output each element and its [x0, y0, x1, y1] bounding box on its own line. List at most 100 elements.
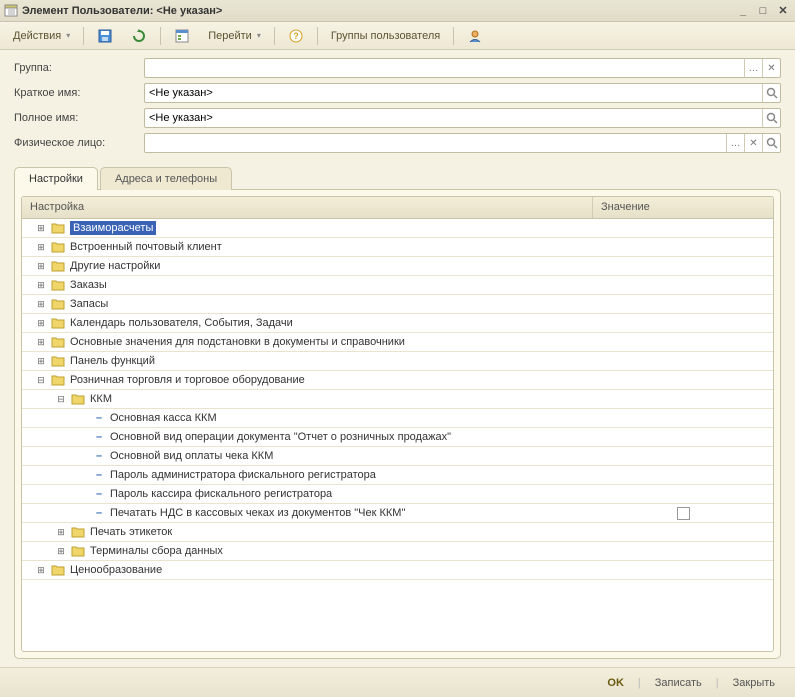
tree-folder[interactable]: ⊞Печать этикеток	[22, 523, 773, 542]
expand-toggle[interactable]: ⊞	[55, 545, 67, 557]
form-area: Группа: … ✕ Краткое имя: Полное имя: Физ…	[0, 50, 795, 162]
maximize-button[interactable]: □	[755, 4, 771, 18]
folder-icon	[50, 316, 66, 330]
window-title: Элемент Пользователи: <Не указан>	[22, 5, 735, 17]
refresh-icon	[131, 28, 147, 44]
ok-button[interactable]: OK	[599, 674, 632, 692]
tree-label: Основная касса ККМ	[110, 412, 217, 424]
titlebar: Элемент Пользователи: <Не указан> _ □ ✕	[0, 0, 795, 22]
refresh-icon-button[interactable]	[124, 25, 154, 47]
lookup-button[interactable]	[762, 109, 780, 127]
tree-label: Пароль кассира фискального регистратора	[110, 488, 332, 500]
lookup-button[interactable]	[762, 84, 780, 102]
tree-label: Взаиморасчеты	[70, 221, 156, 235]
goto-menu[interactable]: Перейти	[201, 27, 268, 45]
form-settings-icon-button[interactable]	[167, 25, 197, 47]
folder-icon	[50, 373, 66, 387]
tree-label: Печатать НДС в кассовых чеках из докумен…	[110, 507, 405, 519]
folder-icon	[50, 240, 66, 254]
tree-folder[interactable]: ⊞Запасы	[22, 295, 773, 314]
toolbar: Действия Перейти ? Группы пользователя	[0, 22, 795, 50]
clear-button[interactable]: ✕	[744, 134, 762, 152]
tree-item[interactable]: ⊞–Пароль кассира фискального регистратор…	[22, 485, 773, 504]
tree-label: Пароль администратора фискального регист…	[110, 469, 376, 481]
expand-toggle[interactable]: ⊞	[35, 222, 47, 234]
tree-label: ККМ	[90, 393, 112, 405]
tree-label: Другие настройки	[70, 260, 160, 272]
property-icon: –	[90, 449, 106, 463]
tree-label: Терминалы сбора данных	[90, 545, 223, 557]
expand-toggle[interactable]: ⊞	[35, 298, 47, 310]
save-button[interactable]: Записать	[647, 674, 710, 692]
clear-button[interactable]: ✕	[762, 59, 780, 77]
person-label: Физическое лицо:	[14, 137, 144, 149]
tree-folder[interactable]: ⊟ Розничная торговля и торговое оборудова…	[22, 371, 773, 390]
tree-label: Основной вид операции документа "Отчет о…	[110, 431, 451, 443]
folder-icon	[50, 278, 66, 292]
expand-toggle[interactable]: ⊞	[35, 260, 47, 272]
select-button[interactable]: …	[744, 59, 762, 77]
folder-icon	[50, 297, 66, 311]
tree-label: Основной вид оплаты чека ККМ	[110, 450, 273, 462]
expand-toggle[interactable]: ⊞	[55, 526, 67, 538]
close-button[interactable]: ✕	[775, 4, 791, 18]
actions-menu[interactable]: Действия	[6, 27, 77, 45]
folder-icon	[50, 259, 66, 273]
expand-toggle[interactable]: ⊞	[35, 355, 47, 367]
folder-icon	[50, 335, 66, 349]
property-icon: –	[90, 430, 106, 444]
group-input[interactable]	[145, 59, 744, 77]
tree-folder[interactable]: ⊞ Встроенный почтовый клиент	[22, 238, 773, 257]
tree-item[interactable]: ⊞–Печатать НДС в кассовых чеках из докум…	[22, 504, 773, 523]
expand-toggle[interactable]: ⊞	[35, 241, 47, 253]
tree-folder[interactable]: ⊞Календарь пользователя, События, Задачи	[22, 314, 773, 333]
tree-folder[interactable]: ⊞Основные значения для подстановки в док…	[22, 333, 773, 352]
minimize-button[interactable]: _	[735, 4, 751, 18]
tree-folder[interactable]: ⊞ Терминалы сбора данных	[22, 542, 773, 561]
footer: OK | Записать | Закрыть	[0, 667, 795, 697]
tab-addresses[interactable]: Адреса и телефоны	[100, 167, 232, 190]
fullname-input[interactable]	[145, 109, 762, 127]
property-icon: –	[90, 411, 106, 425]
column-value[interactable]: Значение	[593, 197, 773, 218]
tree-label: Встроенный почтовый клиент	[70, 241, 222, 253]
expand-toggle[interactable]: ⊞	[35, 564, 47, 576]
tree-folder[interactable]: ⊞ Другие настройки	[22, 257, 773, 276]
group-label: Группа:	[14, 62, 144, 74]
lookup-button[interactable]	[762, 134, 780, 152]
user-icon	[467, 28, 483, 44]
collapse-toggle[interactable]: ⊟	[35, 374, 47, 386]
folder-icon	[50, 221, 66, 235]
column-setting[interactable]: Настройка	[22, 197, 593, 218]
tree-folder[interactable]: ⊞Ценообразование	[22, 561, 773, 580]
tree-value-cell[interactable]	[593, 507, 773, 520]
user-groups-button[interactable]: Группы пользователя	[324, 27, 447, 45]
select-button[interactable]: …	[726, 134, 744, 152]
person-input[interactable]	[145, 134, 726, 152]
tree-folder[interactable]: ⊞Заказы	[22, 276, 773, 295]
save-icon-button[interactable]	[90, 25, 120, 47]
expand-toggle[interactable]: ⊞	[35, 317, 47, 329]
expand-toggle[interactable]: ⊞	[35, 279, 47, 291]
user-icon-button[interactable]	[460, 25, 490, 47]
tree-folder[interactable]: ⊞Панель функций	[22, 352, 773, 371]
disk-icon	[97, 28, 113, 44]
checkbox[interactable]	[677, 507, 690, 520]
settings-tree[interactable]: ⊞ Взаиморасчеты ⊞ Встроенный почтовый клиен…	[22, 219, 773, 651]
tree-item[interactable]: ⊞–Пароль администратора фискального реги…	[22, 466, 773, 485]
tree-label: Розничная торговля и торговое оборудован…	[70, 374, 305, 386]
tree-folder[interactable]: ⊞ Взаиморасчеты	[22, 219, 773, 238]
svg-text:?: ?	[293, 31, 299, 41]
help-icon-button[interactable]: ?	[281, 25, 311, 47]
collapse-toggle[interactable]: ⊟	[55, 393, 67, 405]
tab-settings[interactable]: Настройки	[14, 167, 98, 190]
tree-item[interactable]: ⊞–Основная касса ККМ	[22, 409, 773, 428]
folder-icon	[70, 544, 86, 558]
shortname-input[interactable]	[145, 84, 762, 102]
tree-folder[interactable]: ⊟ ККМ	[22, 390, 773, 409]
tree-item[interactable]: ⊞–Основной вид операции документа "Отчет…	[22, 428, 773, 447]
tabpanel-settings: Настройка Значение ⊞ Взаиморасчеты ⊞ Встрое…	[14, 189, 781, 659]
expand-toggle[interactable]: ⊞	[35, 336, 47, 348]
close-footer-button[interactable]: Закрыть	[725, 674, 783, 692]
tree-item[interactable]: ⊞–Основной вид оплаты чека ККМ	[22, 447, 773, 466]
